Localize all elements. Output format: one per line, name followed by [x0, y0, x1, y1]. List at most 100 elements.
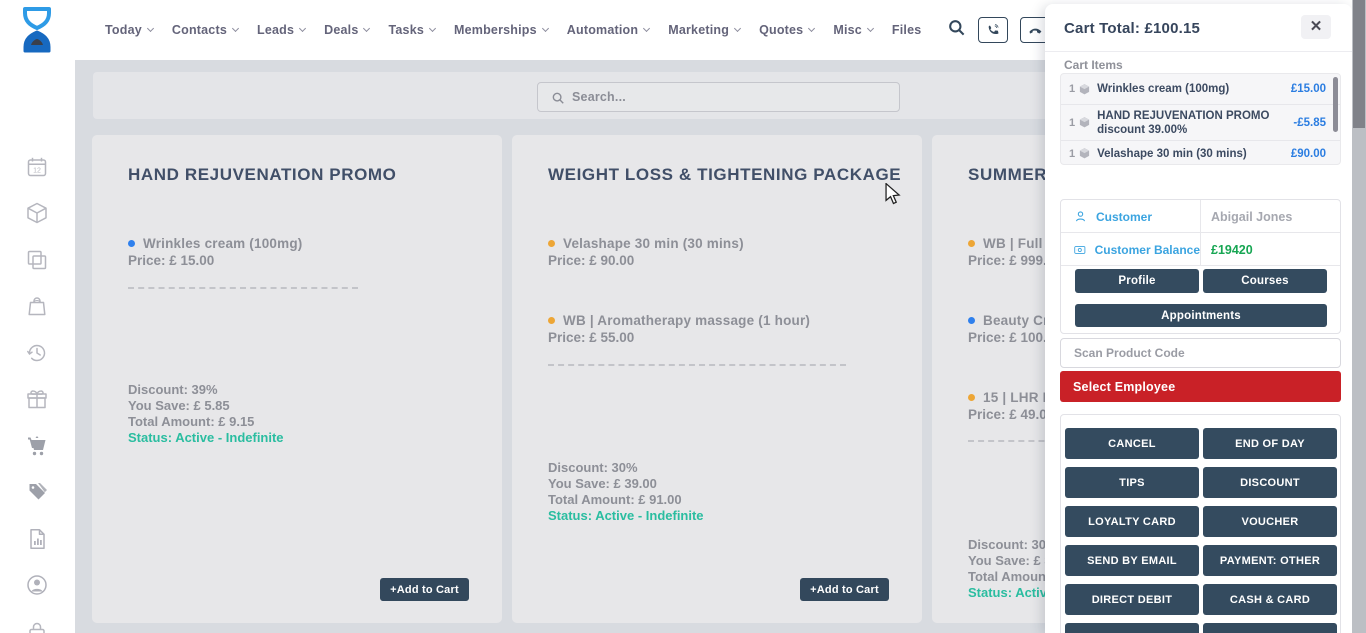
- customer-balance-link[interactable]: Customer Balance: [1095, 243, 1200, 257]
- window-scrollbar[interactable]: [1352, 0, 1366, 633]
- nav-deals-label: Deals: [324, 23, 358, 37]
- package-icon: [1078, 147, 1091, 160]
- product-item-price: Price: £ 90.00: [548, 253, 634, 268]
- nav-contacts-label: Contacts: [172, 23, 227, 37]
- total-amount-line: Total Amount: £ 9.15: [128, 414, 284, 430]
- package-icon[interactable]: [25, 201, 50, 226]
- scrollbar-thumb[interactable]: [1353, 0, 1365, 128]
- product-item: WB | Aromatherapy massage (1 hour): [548, 313, 810, 328]
- item-name-line2: discount 39.00%: [1097, 124, 1187, 136]
- nav-tasks[interactable]: Tasks: [388, 23, 435, 37]
- nav-contacts[interactable]: Contacts: [172, 23, 238, 37]
- customer-name-value[interactable]: Abigail Jones: [1211, 200, 1292, 233]
- send-by-email-button[interactable]: SEND BY EMAIL: [1065, 545, 1199, 576]
- chevron-down-icon: [147, 25, 154, 32]
- cart-icon[interactable]: [25, 434, 50, 459]
- direct-debit-button[interactable]: DIRECT DEBIT: [1065, 584, 1199, 615]
- sales-report-icon[interactable]: [25, 527, 50, 552]
- product-item-name: WB | Aromatherapy massage (1 hour): [563, 313, 810, 328]
- discount-line: Discount: 30%: [548, 460, 704, 476]
- item-price: £90.00: [1291, 148, 1326, 160]
- chevron-down-icon: [808, 25, 815, 32]
- product-item-price: Price: £ 100.0: [968, 330, 1054, 345]
- cash-and-card-button[interactable]: CASH & CARD: [1203, 584, 1337, 615]
- nav-quotes-label: Quotes: [759, 23, 803, 37]
- add-to-cart-button[interactable]: +Add to Cart: [380, 578, 469, 601]
- cancel-button[interactable]: CANCEL: [1065, 428, 1199, 459]
- nav-today[interactable]: Today: [105, 23, 153, 37]
- customer-row: Customer Abigail Jones: [1061, 200, 1340, 233]
- product-item: Velashape 30 min (30 mins): [548, 236, 744, 251]
- loyalty-card-button[interactable]: LOYALTY CARD: [1065, 506, 1199, 537]
- divider: [548, 364, 846, 366]
- profile-button[interactable]: Profile: [1075, 269, 1199, 293]
- duplicate-icon[interactable]: [25, 248, 50, 273]
- scan-product-code-input[interactable]: [1060, 338, 1341, 368]
- product-title: HAND REJUVENATION PROMO: [128, 165, 397, 185]
- call-button[interactable]: [978, 17, 1008, 43]
- product-item-price: Price: £ 55.00: [548, 330, 634, 345]
- nav-quotes[interactable]: Quotes: [759, 23, 814, 37]
- nav-misc[interactable]: Misc: [833, 23, 873, 37]
- add-to-cart-button[interactable]: +Add to Cart: [800, 578, 889, 601]
- product-card: WEIGHT LOSS & TIGHTENING PACKAGE Velasha…: [512, 135, 922, 623]
- action-button-partial[interactable]: [1065, 623, 1199, 633]
- you-save-line: You Save: £ 5.85: [128, 398, 284, 414]
- gift-icon[interactable]: [25, 387, 50, 412]
- courses-button[interactable]: Courses: [1203, 269, 1327, 293]
- shopping-bag-icon[interactable]: [25, 294, 50, 319]
- product-item-price: Price: £ 999.0: [968, 253, 1054, 268]
- product-card: HAND REJUVENATION PROMO Wrinkles cream (…: [92, 135, 502, 623]
- appointments-button[interactable]: Appointments: [1075, 304, 1327, 327]
- calendar-icon[interactable]: 12: [25, 155, 50, 180]
- voucher-button[interactable]: VOUCHER: [1203, 506, 1337, 537]
- bullet-icon: [548, 240, 555, 247]
- nav-files-label: Files: [892, 23, 922, 37]
- nav-leads[interactable]: Leads: [257, 23, 305, 37]
- bullet-icon: [968, 317, 975, 324]
- cart-item-row[interactable]: 1 Wrinkles cream (100mg) £15.00: [1061, 74, 1340, 105]
- nav-marketing[interactable]: Marketing: [668, 23, 740, 37]
- cart-item-row[interactable]: 1 HAND REJUVENATION PROMOdiscount 39.00%…: [1061, 105, 1340, 141]
- payment-other-button[interactable]: PAYMENT: OTHER: [1203, 545, 1337, 576]
- register-lock-icon[interactable]: [25, 620, 50, 633]
- select-employee-button[interactable]: Select Employee: [1060, 371, 1341, 402]
- cart-items-list: 1 Wrinkles cream (100mg) £15.00 1 HAND R…: [1060, 73, 1341, 165]
- product-item-price: Price: £ 49.00: [968, 407, 1054, 422]
- customer-link[interactable]: Customer: [1096, 210, 1152, 224]
- item-price: £15.00: [1291, 83, 1326, 95]
- nav-memberships[interactable]: Memberships: [454, 23, 548, 37]
- product-title: SUMMER: [968, 165, 1047, 185]
- nav-today-label: Today: [105, 23, 142, 37]
- chevron-down-icon: [299, 25, 306, 32]
- item-name: Velashape 30 min (30 mins): [1097, 147, 1291, 161]
- nav-files[interactable]: Files: [892, 23, 922, 37]
- cart-item-row[interactable]: 1 Velashape 30 min (30 mins) £90.00: [1061, 141, 1340, 165]
- chevron-down-icon: [232, 25, 239, 32]
- bullet-icon: [968, 394, 975, 401]
- end-of-day-button[interactable]: END OF DAY: [1203, 428, 1337, 459]
- account-icon[interactable]: [25, 573, 50, 598]
- discount-button[interactable]: DISCOUNT: [1203, 467, 1337, 498]
- nav-leads-label: Leads: [257, 23, 294, 37]
- bullet-icon: [548, 317, 555, 324]
- tags-icon[interactable]: [25, 480, 50, 505]
- package-icon: [1078, 83, 1091, 96]
- search-input[interactable]: [572, 83, 892, 111]
- search-icon[interactable]: [947, 18, 966, 42]
- nav-deals[interactable]: Deals: [324, 23, 369, 37]
- product-item: Beauty Cre: [968, 313, 1056, 328]
- item-name: Wrinkles cream (100mg): [1097, 82, 1291, 96]
- status-line: Status: Active - Indefinite: [128, 430, 284, 446]
- product-item-price: Price: £ 15.00: [128, 253, 214, 268]
- history-icon[interactable]: [25, 341, 50, 366]
- action-button-partial[interactable]: [1203, 623, 1337, 633]
- nav-automation-label: Automation: [567, 23, 638, 37]
- product-search: [537, 82, 900, 112]
- person-icon: [1074, 210, 1087, 223]
- tips-button[interactable]: TIPS: [1065, 467, 1199, 498]
- cart-list-scrollbar[interactable]: [1333, 77, 1338, 132]
- close-icon[interactable]: ✕: [1301, 15, 1331, 39]
- app-logo-icon[interactable]: [20, 7, 54, 58]
- nav-automation[interactable]: Automation: [567, 23, 649, 37]
